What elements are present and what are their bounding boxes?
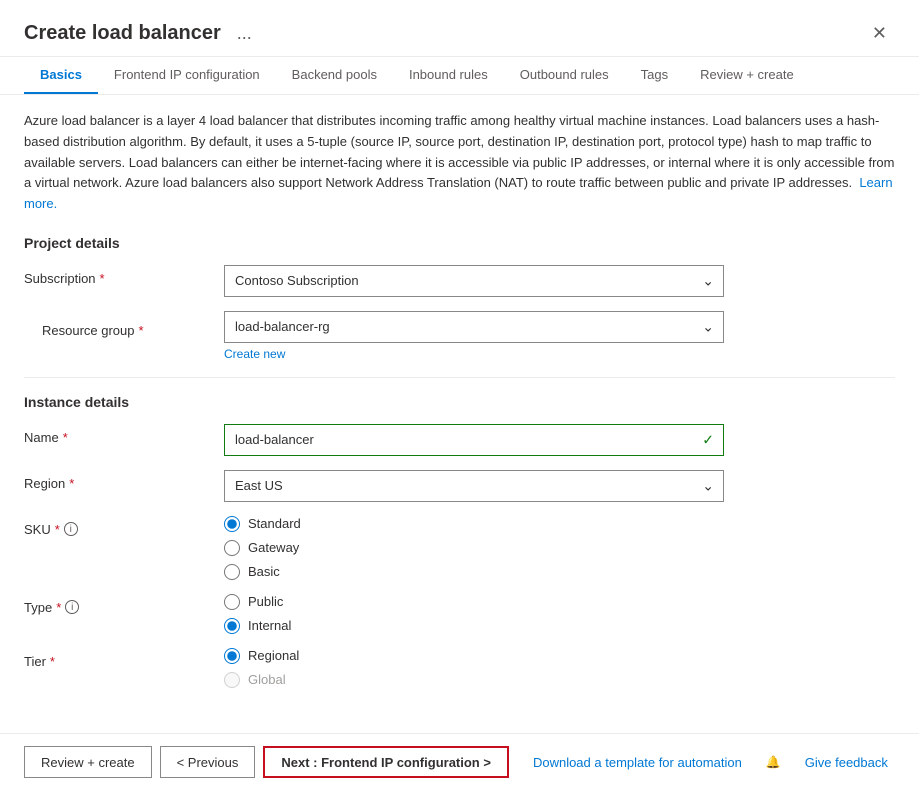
name-input-wrapper: ✓ (224, 424, 724, 456)
description-text: Azure load balancer is a layer 4 load ba… (24, 111, 895, 215)
type-internal-option[interactable]: Internal (224, 618, 724, 634)
sku-standard-option[interactable]: Standard (224, 516, 724, 532)
region-required: * (69, 476, 74, 491)
tab-bar: Basics Frontend IP configuration Backend… (0, 57, 919, 95)
subscription-required: * (100, 271, 105, 286)
tab-backend-pools[interactable]: Backend pools (276, 57, 393, 94)
project-details-section-title: Project details (24, 235, 895, 251)
dialog-title: Create load balancer (24, 22, 221, 45)
sku-info-icon[interactable]: i (64, 522, 78, 536)
dialog-header: Create load balancer ... ✕ (0, 0, 919, 57)
instance-details-section-title: Instance details (24, 394, 895, 410)
type-internal-label: Internal (248, 618, 291, 633)
sku-basic-label: Basic (248, 564, 280, 579)
region-control: East US (224, 470, 724, 502)
type-internal-radio[interactable] (224, 618, 240, 634)
sku-basic-radio[interactable] (224, 564, 240, 580)
create-new-link[interactable]: Create new (224, 347, 285, 361)
tier-control: Regional Global (224, 648, 724, 688)
rg-required: * (139, 323, 144, 338)
resource-group-row: Resource group * load-balancer-rg Create… (24, 311, 895, 361)
resource-group-indent: Resource group * (24, 311, 224, 338)
tab-review-create[interactable]: Review + create (684, 57, 810, 94)
sku-radio-group: Standard Gateway Basic (224, 516, 724, 580)
tier-global-option[interactable]: Global (224, 672, 724, 688)
resource-group-select[interactable]: load-balancer-rg (224, 311, 724, 343)
tier-label: Tier * (24, 648, 224, 669)
subscription-select-wrapper: Contoso Subscription (224, 265, 724, 297)
sku-control: Standard Gateway Basic (224, 516, 724, 580)
sku-basic-option[interactable]: Basic (224, 564, 724, 580)
region-label: Region * (24, 470, 224, 491)
review-create-button[interactable]: Review + create (24, 746, 152, 778)
sku-gateway-label: Gateway (248, 540, 299, 555)
tab-outbound-rules[interactable]: Outbound rules (504, 57, 625, 94)
sku-row: SKU * i Standard Gateway Basic (24, 516, 895, 580)
name-control: ✓ (224, 424, 724, 456)
sku-standard-label: Standard (248, 516, 301, 531)
dialog-title-dots: ... (237, 23, 252, 44)
tier-regional-label: Regional (248, 648, 299, 663)
type-required: * (56, 600, 61, 615)
tier-global-radio[interactable] (224, 672, 240, 688)
close-button[interactable]: ✕ (864, 20, 895, 46)
type-info-icon[interactable]: i (65, 600, 79, 614)
type-control: Public Internal (224, 594, 724, 634)
content-area: Azure load balancer is a layer 4 load ba… (0, 95, 919, 733)
tier-regional-option[interactable]: Regional (224, 648, 724, 664)
name-label: Name * (24, 424, 224, 445)
tier-regional-radio[interactable] (224, 648, 240, 664)
type-public-label: Public (248, 594, 283, 609)
feedback-icon: 🔔 (766, 755, 781, 769)
tier-global-label: Global (248, 672, 286, 687)
name-required: * (63, 430, 68, 445)
tab-basics[interactable]: Basics (24, 57, 98, 94)
type-row: Type * i Public Internal (24, 594, 895, 634)
tier-row: Tier * Regional Global (24, 648, 895, 688)
type-public-radio[interactable] (224, 594, 240, 610)
feedback-link[interactable]: Give feedback (805, 755, 888, 770)
resource-group-label: Resource group * (42, 317, 242, 338)
subscription-control: Contoso Subscription (224, 265, 724, 297)
name-row: Name * ✓ (24, 424, 895, 456)
tab-inbound-rules[interactable]: Inbound rules (393, 57, 504, 94)
sku-label: SKU * i (24, 516, 224, 537)
sku-gateway-radio[interactable] (224, 540, 240, 556)
download-template-link[interactable]: Download a template for automation (533, 755, 742, 770)
type-public-option[interactable]: Public (224, 594, 724, 610)
dialog-footer: Review + create < Previous Next : Fronte… (0, 733, 919, 790)
region-select[interactable]: East US (224, 470, 724, 502)
type-radio-group: Public Internal (224, 594, 724, 634)
subscription-row: Subscription * Contoso Subscription (24, 265, 895, 297)
create-load-balancer-dialog: Create load balancer ... ✕ Basics Fronte… (0, 0, 919, 790)
sku-standard-radio[interactable] (224, 516, 240, 532)
tab-frontend-ip[interactable]: Frontend IP configuration (98, 57, 276, 94)
name-input[interactable] (224, 424, 724, 456)
tier-radio-group: Regional Global (224, 648, 724, 688)
tab-tags[interactable]: Tags (625, 57, 684, 94)
resource-group-select-wrapper: load-balancer-rg (224, 311, 724, 343)
next-button[interactable]: Next : Frontend IP configuration > (263, 746, 509, 778)
name-valid-icon: ✓ (702, 431, 714, 448)
sku-gateway-option[interactable]: Gateway (224, 540, 724, 556)
subscription-select[interactable]: Contoso Subscription (224, 265, 724, 297)
sku-required: * (55, 522, 60, 537)
region-row: Region * East US (24, 470, 895, 502)
resource-group-control: load-balancer-rg Create new (224, 311, 724, 361)
region-select-wrapper: East US (224, 470, 724, 502)
type-label: Type * i (24, 594, 224, 615)
tier-required: * (50, 654, 55, 669)
divider-1 (24, 377, 895, 378)
subscription-label: Subscription * (24, 265, 224, 286)
previous-button[interactable]: < Previous (160, 746, 256, 778)
